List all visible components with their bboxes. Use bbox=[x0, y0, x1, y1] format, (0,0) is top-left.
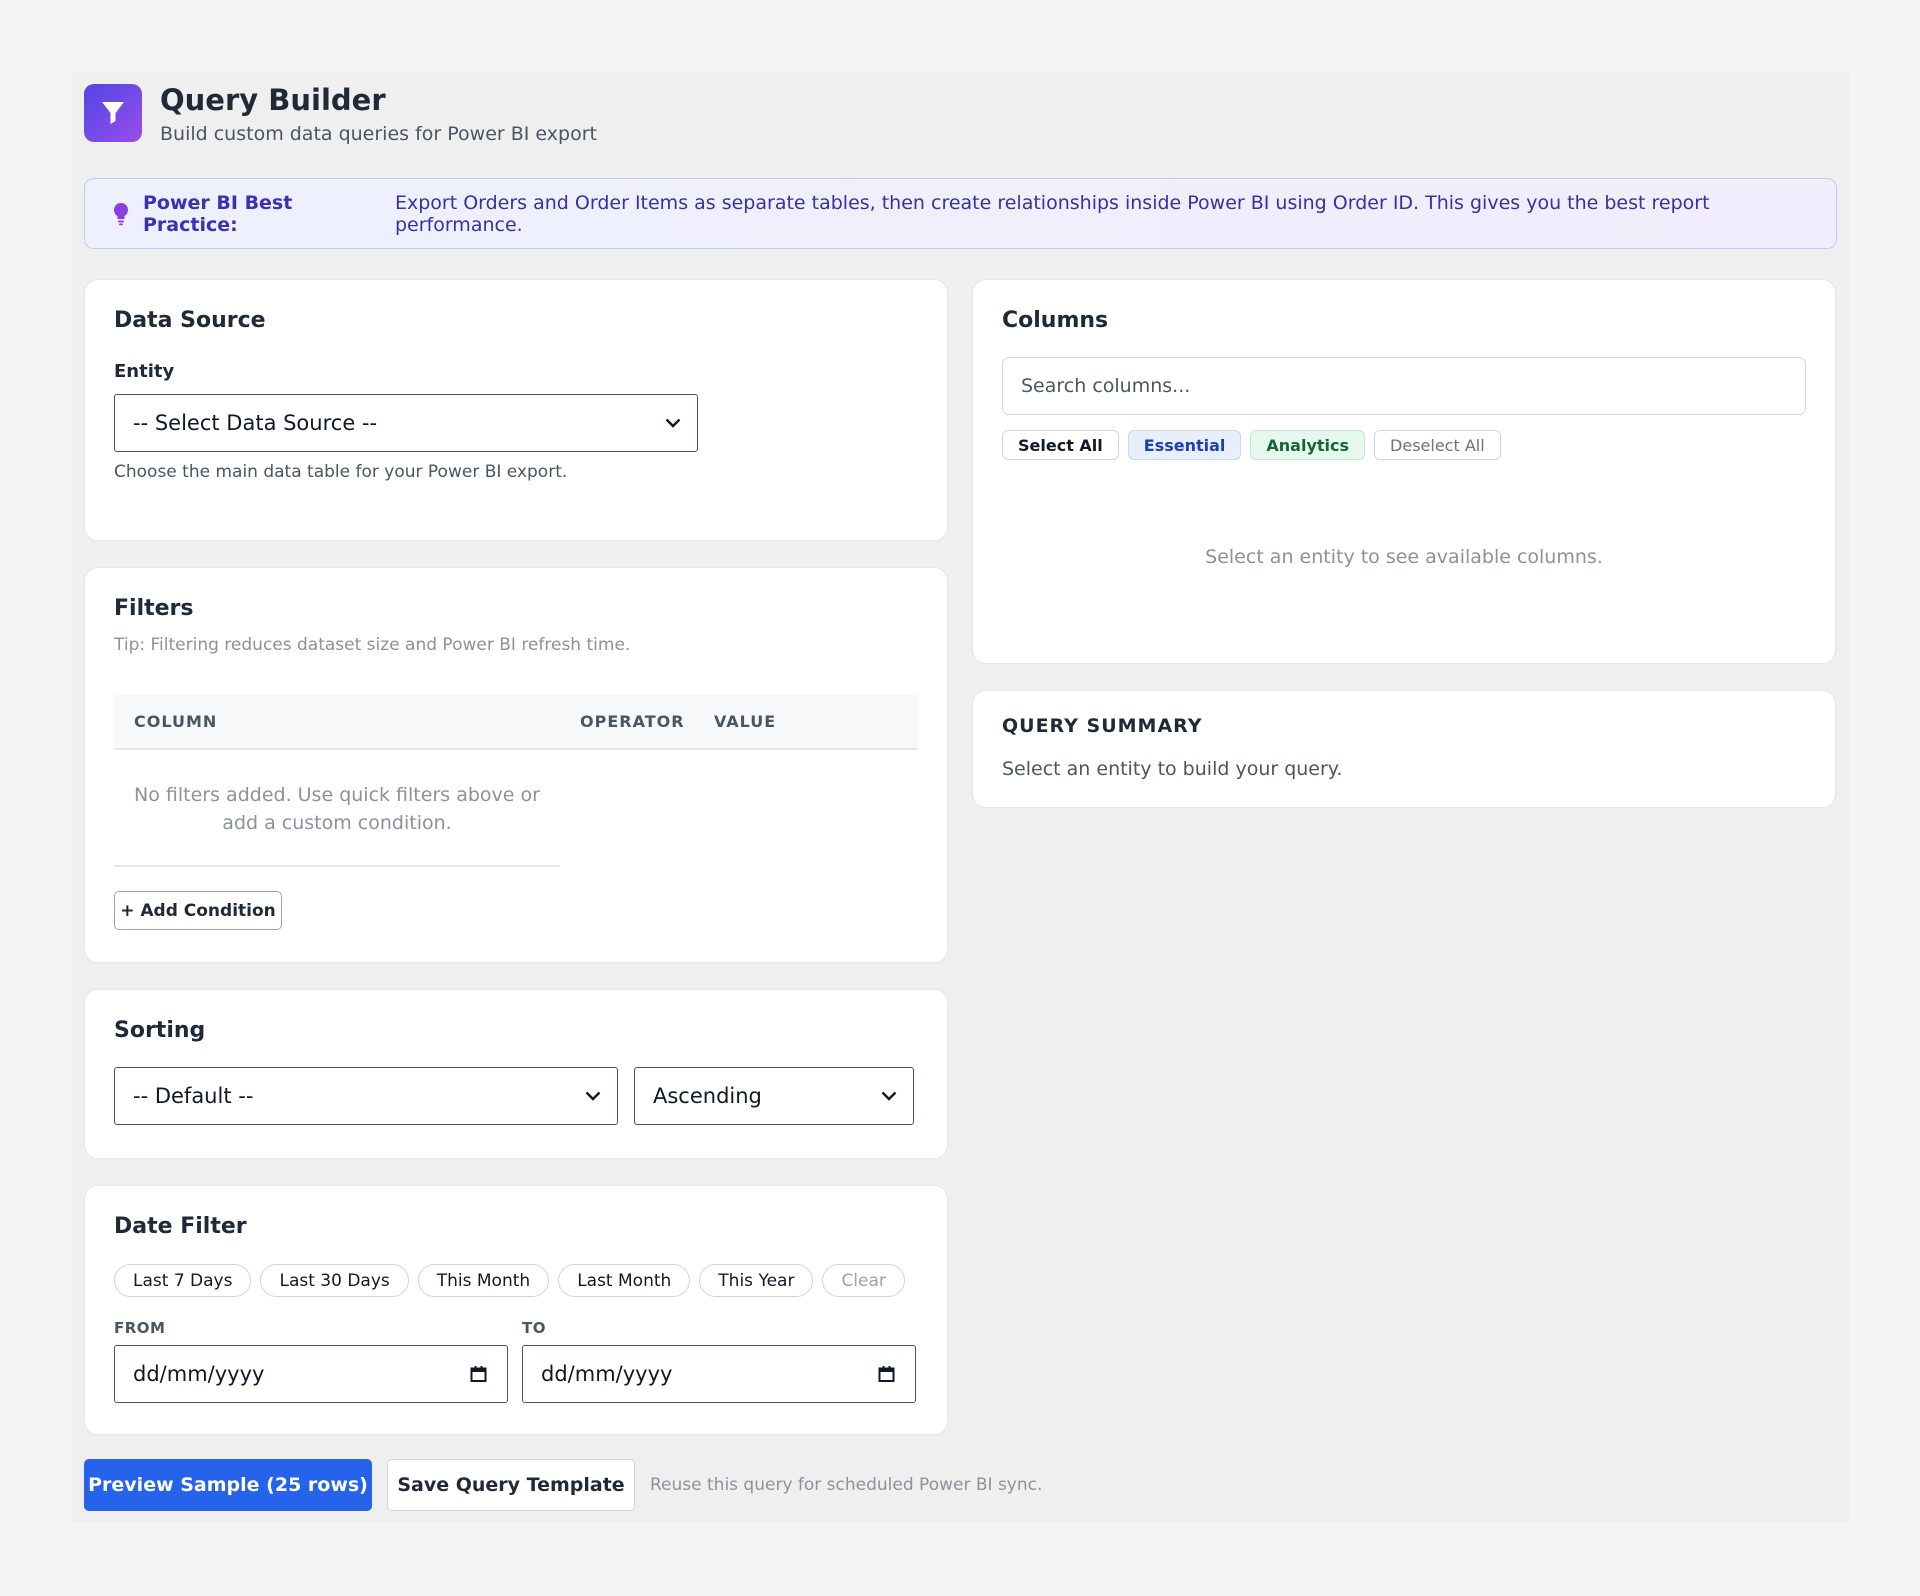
preview-sample-button[interactable]: Preview Sample (25 rows) bbox=[84, 1459, 372, 1511]
sort-direction-value: Ascending bbox=[653, 1084, 762, 1108]
date-labels: FROM TO bbox=[114, 1319, 918, 1337]
data-source-card: Data Source Entity -- Select Data Source… bbox=[84, 279, 948, 541]
columns-heading: Columns bbox=[1002, 308, 1109, 333]
to-date-input[interactable]: dd/mm/yyyy bbox=[522, 1345, 916, 1403]
sorting-card: Sorting -- Default -- Ascending bbox=[84, 989, 948, 1159]
column-quick-select: Select All Essential Analytics Deselect … bbox=[1002, 430, 1806, 460]
entity-label: Entity bbox=[114, 361, 175, 382]
preset-last-month[interactable]: Last Month bbox=[558, 1264, 691, 1297]
date-inputs: dd/mm/yyyy dd/mm/yyyy bbox=[114, 1345, 918, 1403]
calendar-icon[interactable] bbox=[470, 1366, 487, 1383]
preset-this-year[interactable]: This Year bbox=[699, 1264, 814, 1297]
best-practice-label: Power BI Best Practice: bbox=[143, 191, 293, 236]
add-condition-button[interactable]: + Add Condition bbox=[114, 891, 282, 931]
chevron-down-icon bbox=[585, 1091, 601, 1101]
sort-field-value: -- Default -- bbox=[133, 1084, 254, 1108]
data-source-heading: Data Source bbox=[114, 308, 266, 333]
filters-table: COLUMN OPERATOR VALUE No filters added. … bbox=[114, 695, 918, 868]
action-bar: Preview Sample (25 rows) Save Query Temp… bbox=[84, 1459, 1042, 1511]
empty-line-2: add a custom condition. bbox=[222, 811, 452, 834]
preset-this-month[interactable]: This Month bbox=[417, 1264, 550, 1297]
best-practice-banner: Power BI Best Practice: Export Orders an… bbox=[84, 178, 1837, 249]
operator-header: OPERATOR bbox=[580, 712, 685, 731]
sorting-controls: -- Default -- Ascending bbox=[114, 1067, 918, 1125]
best-practice-text: Export Orders and Order Items as separat… bbox=[394, 191, 1710, 236]
entity-select[interactable]: -- Select Data Source -- bbox=[114, 394, 698, 452]
date-filter-heading: Date Filter bbox=[114, 1214, 247, 1239]
filters-heading: Filters bbox=[114, 596, 194, 621]
query-summary-card: QUERY SUMMARY Select an entity to build … bbox=[972, 690, 1836, 808]
calendar-icon[interactable] bbox=[878, 1366, 895, 1383]
page-subtitle: Build custom data queries for Power BI e… bbox=[160, 123, 597, 146]
save-query-template-button[interactable]: Save Query Template bbox=[387, 1459, 635, 1511]
select-all-button[interactable]: Select All bbox=[1002, 430, 1119, 460]
query-builder-app: Query Builder Build custom data queries … bbox=[72, 72, 1849, 1523]
date-filter-card: Date Filter Last 7 Days Last 30 Days Thi… bbox=[84, 1185, 948, 1435]
preset-last-7-days[interactable]: Last 7 Days bbox=[114, 1264, 252, 1297]
from-date-value: dd/mm/yyyy bbox=[133, 1362, 265, 1386]
sorting-heading: Sorting bbox=[114, 1018, 206, 1043]
entity-help: Choose the main data table for your Powe… bbox=[114, 462, 568, 482]
deselect-all-button[interactable]: Deselect All bbox=[1374, 430, 1501, 460]
page-title: Query Builder bbox=[160, 83, 386, 117]
filter-funnel-icon bbox=[84, 84, 142, 142]
empty-line-1: No filters added. Use quick filters abov… bbox=[134, 784, 540, 806]
filters-empty-state: No filters added. Use quick filters abov… bbox=[114, 750, 560, 868]
entity-select-value: -- Select Data Source -- bbox=[133, 411, 378, 435]
filters-table-header: COLUMN OPERATOR VALUE bbox=[114, 695, 918, 750]
query-summary-heading: QUERY SUMMARY bbox=[1002, 715, 1203, 737]
columns-empty-state: Select an entity to see available column… bbox=[1205, 546, 1603, 568]
lightbulb-icon bbox=[113, 202, 129, 226]
filters-tip: Tip: Filtering reduces dataset size and … bbox=[114, 635, 631, 655]
query-summary-text: Select an entity to build your query. bbox=[1002, 758, 1343, 780]
save-template-note: Reuse this query for scheduled Power BI … bbox=[650, 1475, 1043, 1495]
date-presets: Last 7 Days Last 30 Days This Month Last… bbox=[114, 1264, 918, 1297]
from-label: FROM bbox=[114, 1319, 166, 1337]
filters-card: Filters Tip: Filtering reduces dataset s… bbox=[84, 567, 948, 963]
page-header: Query Builder Build custom data queries … bbox=[84, 83, 1837, 156]
sort-field-select[interactable]: -- Default -- bbox=[114, 1067, 618, 1125]
to-label: TO bbox=[522, 1319, 546, 1337]
chevron-down-icon bbox=[665, 418, 681, 428]
essential-button[interactable]: Essential bbox=[1127, 430, 1242, 460]
columns-card: Columns Search columns... Select All Ess… bbox=[972, 279, 1836, 664]
preset-last-30-days[interactable]: Last 30 Days bbox=[260, 1264, 409, 1297]
analytics-button[interactable]: Analytics bbox=[1250, 430, 1366, 460]
sort-direction-select[interactable]: Ascending bbox=[634, 1067, 914, 1125]
to-date-value: dd/mm/yyyy bbox=[541, 1362, 673, 1386]
column-search-input[interactable]: Search columns... bbox=[1002, 357, 1806, 415]
column-header: COLUMN bbox=[134, 712, 218, 731]
value-header: VALUE bbox=[714, 712, 777, 731]
preset-clear[interactable]: Clear bbox=[822, 1264, 905, 1297]
chevron-down-icon bbox=[881, 1091, 897, 1101]
from-date-input[interactable]: dd/mm/yyyy bbox=[114, 1345, 508, 1403]
